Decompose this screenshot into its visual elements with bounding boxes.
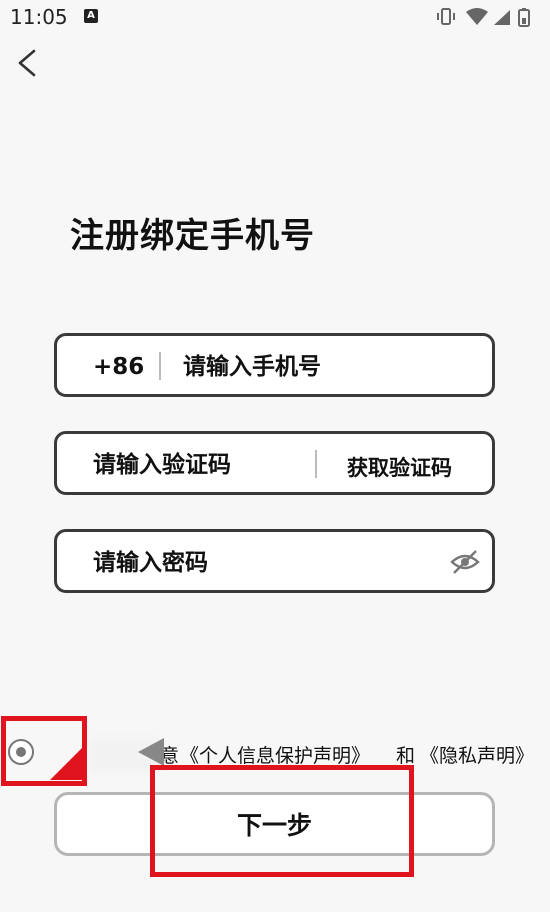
- privacy-statement-link[interactable]: 《隐私声明》: [420, 741, 534, 768]
- next-step-button[interactable]: 下一步: [54, 792, 495, 856]
- signal-icon: [494, 10, 510, 25]
- verification-code-field: 获取验证码: [54, 431, 495, 495]
- phone-input[interactable]: [183, 352, 473, 382]
- back-icon[interactable]: [12, 46, 46, 80]
- system-icons: [436, 6, 536, 28]
- status-bar: 11:05 A: [0, 0, 550, 34]
- status-time: 11:05: [10, 5, 68, 29]
- radio-dot: [16, 747, 26, 757]
- notification-letter: A: [87, 10, 95, 21]
- notification-icon: A: [84, 9, 98, 23]
- hide-password-icon[interactable]: [450, 549, 480, 575]
- battery-icon: [518, 8, 530, 27]
- wifi-icon: [466, 8, 488, 25]
- page-title: 注册绑定手机号: [70, 216, 315, 256]
- verification-code-input[interactable]: [93, 450, 303, 480]
- phone-field: +86: [54, 333, 495, 397]
- privacy-protection-link[interactable]: 《个人信息保护声明》: [180, 741, 370, 768]
- annotation-arrow: [50, 748, 82, 780]
- agreement-and-text: 和: [396, 745, 416, 767]
- annotation-arrow: [138, 738, 164, 766]
- country-code[interactable]: +86: [93, 354, 144, 380]
- divider: [315, 450, 317, 478]
- agreement-row: 意 《个人信息保护声明》 和 《隐私声明》: [0, 735, 550, 771]
- password-input[interactable]: [93, 548, 423, 578]
- get-code-button[interactable]: 获取验证码: [347, 452, 452, 482]
- password-field: [54, 529, 495, 593]
- divider: [159, 352, 161, 380]
- vibrate-icon: [437, 8, 455, 25]
- agree-radio[interactable]: [8, 739, 34, 765]
